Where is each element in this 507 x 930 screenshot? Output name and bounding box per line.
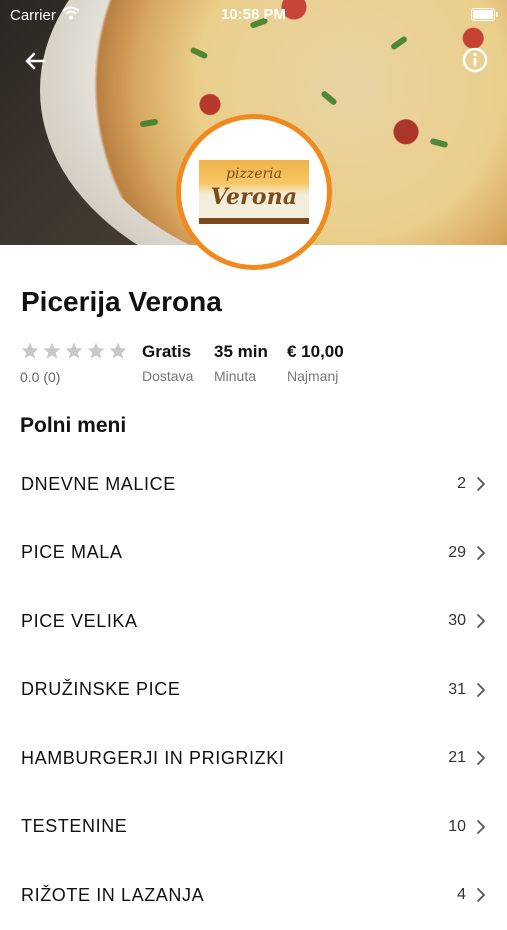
rating: 0.0 (0) xyxy=(20,341,128,385)
chevron-right-icon xyxy=(477,477,485,492)
delivery-label: Dostava xyxy=(142,368,194,384)
back-button[interactable] xyxy=(20,46,50,76)
min-order-label: Najmanj xyxy=(287,368,339,384)
time-value: 35 min xyxy=(214,342,268,361)
delivery-value: Gratis xyxy=(142,342,192,361)
menu-item-hamburgerji[interactable]: HAMBURGERJI IN PRIGRIZKI 21 xyxy=(0,724,507,793)
chevron-right-icon xyxy=(477,888,485,903)
menu-item-count: 2 xyxy=(457,475,466,493)
menu-item-name: TESTENINE xyxy=(21,816,128,837)
delivery-stat: Gratis Dostava xyxy=(142,342,193,384)
menu-item-druzinske-pice[interactable]: DRUŽINSKE PICE 31 xyxy=(0,656,507,725)
star-icon xyxy=(65,342,83,359)
logo-line-1: pizzeria xyxy=(226,166,282,182)
star-icon xyxy=(109,342,127,359)
arrow-left-icon xyxy=(25,52,46,70)
menu-item-count: 30 xyxy=(448,612,466,630)
menu-list: DNEVNE MALICE 2 PICE MALA 29 PICE VELIKA… xyxy=(0,450,507,930)
menu-item-name: RIŽOTE IN LAZANJA xyxy=(21,884,205,905)
status-time: 10:58 PM xyxy=(220,6,287,23)
menu-item-pice-mala[interactable]: PICE MALA 29 xyxy=(0,519,507,588)
menu-item-count: 29 xyxy=(448,543,466,561)
logo-line-2: Verona xyxy=(210,184,298,210)
star-icon xyxy=(21,342,39,359)
battery-icon xyxy=(471,8,498,21)
restaurant-name: Picerija Verona xyxy=(21,286,222,317)
restaurant-logo-badge: pizzeria Verona xyxy=(176,114,332,270)
status-bar: Carrier 10:58 PM xyxy=(0,0,507,30)
menu-item-pice-velika[interactable]: PICE VELIKA 30 xyxy=(0,587,507,656)
chevron-right-icon xyxy=(477,682,485,697)
menu-item-count: 21 xyxy=(448,749,466,767)
menu-section-title: Polni meni xyxy=(20,414,127,437)
menu-item-name: DRUŽINSKE PICE xyxy=(21,679,181,700)
menu-item-dnevne-malice[interactable]: DNEVNE MALICE 2 xyxy=(0,450,507,519)
menu-item-name: HAMBURGERJI IN PRIGRIZKI xyxy=(21,747,285,768)
restaurant-logo: pizzeria Verona xyxy=(199,160,309,224)
chevron-right-icon xyxy=(477,614,485,629)
menu-item-count: 4 xyxy=(457,886,466,904)
chevron-right-icon xyxy=(477,819,485,834)
star-icon xyxy=(43,342,61,359)
rating-stars xyxy=(20,341,128,361)
menu-item-count: 10 xyxy=(448,817,466,835)
menu-item-name: PICE MALA xyxy=(21,542,123,563)
time-label: Minuta xyxy=(214,368,257,384)
chevron-right-icon xyxy=(477,545,485,560)
menu-item-rizote-lazanja[interactable]: RIŽOTE IN LAZANJA 4 xyxy=(0,861,507,930)
min-order-stat: € 10,00 Najmanj xyxy=(287,342,344,384)
menu-item-name: PICE VELIKA xyxy=(21,610,138,631)
min-order-value: € 10,00 xyxy=(287,342,344,361)
chevron-right-icon xyxy=(477,751,485,766)
time-stat: 35 min Minuta xyxy=(214,342,268,384)
star-icon xyxy=(87,342,105,359)
info-icon xyxy=(462,47,488,73)
menu-item-name: DNEVNE MALICE xyxy=(21,473,176,494)
menu-item-count: 31 xyxy=(448,680,466,698)
rating-text: 0.0 (0) xyxy=(20,369,61,385)
menu-item-testenine[interactable]: TESTENINE 10 xyxy=(0,793,507,862)
info-button[interactable] xyxy=(461,46,489,74)
